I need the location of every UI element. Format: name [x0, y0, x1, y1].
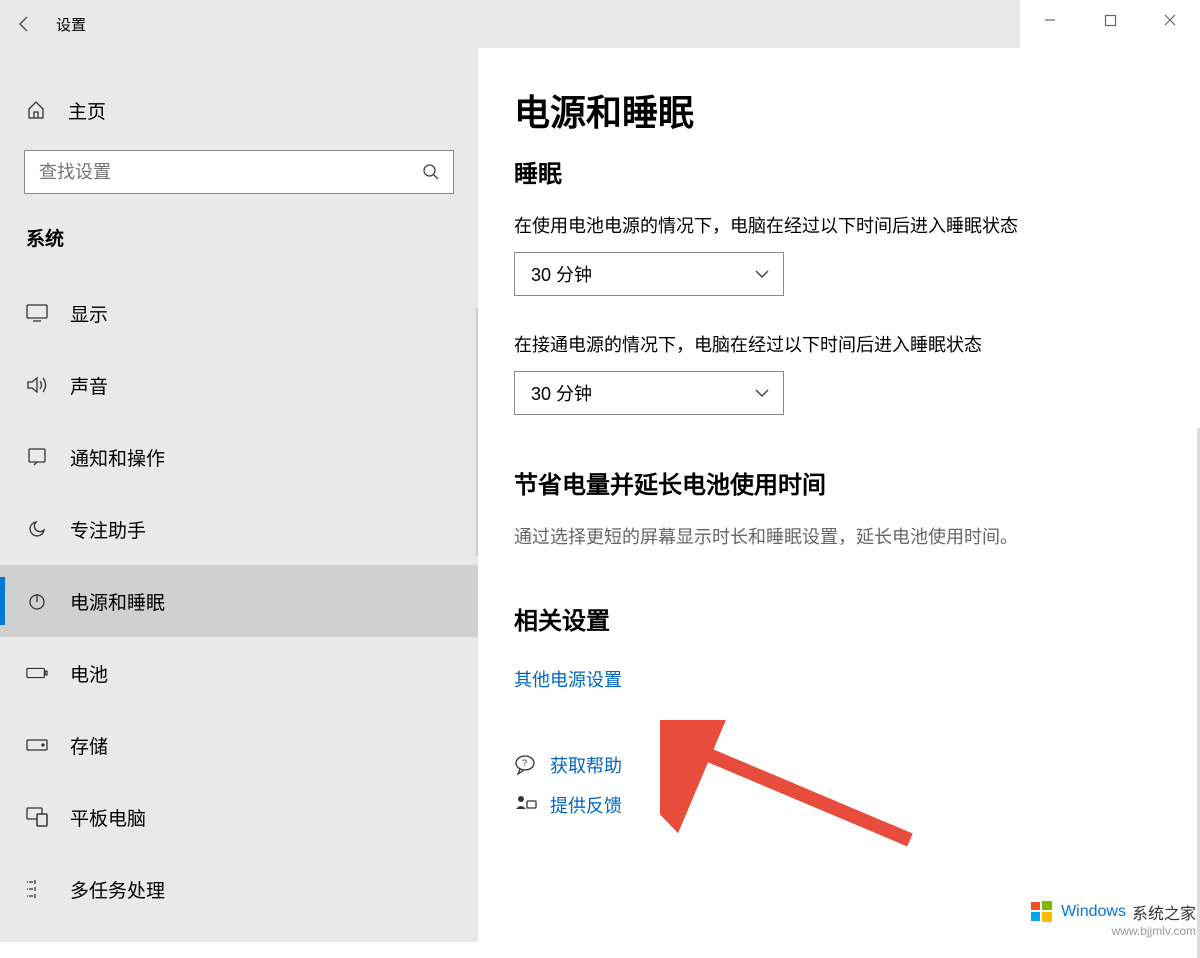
- window-controls: [1020, 0, 1200, 48]
- get-help-link[interactable]: ? 获取帮助: [514, 752, 1200, 778]
- search-icon: [409, 163, 453, 181]
- windows-logo-icon: [1029, 899, 1055, 925]
- help-icon: ?: [514, 754, 550, 776]
- section-save-title: 节省电量并延长电池使用时间: [514, 465, 1200, 500]
- svg-text:?: ?: [522, 758, 527, 768]
- nav-label: 多任务处理: [70, 876, 165, 903]
- watermark-brand: Windows: [1061, 903, 1126, 921]
- category-header: 系统: [0, 224, 478, 251]
- nav-label: 通知和操作: [70, 444, 165, 471]
- nav-label: 显示: [70, 300, 108, 327]
- nav-item-focus[interactable]: 专注助手: [0, 493, 478, 565]
- notifications-icon: [26, 447, 48, 467]
- nav-label: 平板电脑: [70, 804, 146, 831]
- watermark-suffix: 系统之家: [1132, 900, 1196, 924]
- dropdown-value: 30 分钟: [531, 261, 592, 287]
- dropdown-value: 30 分钟: [531, 380, 592, 406]
- nav-list: 显示 声音 通知和操作 专注助手 电源和睡眠 电池: [0, 277, 478, 925]
- section-related-title: 相关设置: [514, 601, 1200, 636]
- page-title: 电源和睡眠: [514, 84, 1200, 136]
- chevron-down-icon: [753, 265, 771, 288]
- nav-label: 声音: [70, 372, 108, 399]
- nav-label: 存储: [70, 732, 108, 759]
- multitask-icon: [26, 879, 48, 899]
- section-sleep-title: 睡眠: [514, 154, 1200, 189]
- nav-label: 专注助手: [70, 516, 146, 543]
- nav-item-display[interactable]: 显示: [0, 277, 478, 349]
- maximize-button[interactable]: [1080, 0, 1140, 40]
- power-icon: [26, 591, 48, 611]
- home-label: 主页: [68, 97, 106, 124]
- display-icon: [26, 304, 48, 322]
- nav-item-power[interactable]: 电源和睡眠: [0, 565, 478, 637]
- focus-icon: [26, 519, 48, 539]
- watermark: Windows 系统之家 www.bjjmlv.com: [1029, 899, 1196, 938]
- back-button[interactable]: [0, 0, 48, 48]
- search-box[interactable]: [24, 150, 454, 194]
- feedback-link[interactable]: 提供反馈: [514, 792, 1200, 818]
- home-link[interactable]: 主页: [0, 88, 478, 132]
- chevron-down-icon: [753, 384, 771, 407]
- close-button[interactable]: [1140, 0, 1200, 40]
- nav-item-battery[interactable]: 电池: [0, 637, 478, 709]
- battery-sleep-label: 在使用电池电源的情况下，电脑在经过以下时间后进入睡眠状态: [514, 213, 1200, 240]
- search-input[interactable]: [25, 162, 409, 183]
- nav-label: 电池: [70, 660, 108, 687]
- home-icon: [26, 100, 48, 120]
- watermark-url: www.bjjmlv.com: [1029, 924, 1196, 938]
- sidebar: 主页 系统 显示 声音 通知和操作: [0, 48, 478, 942]
- other-power-settings-link[interactable]: 其他电源设置: [514, 666, 622, 692]
- feedback-icon: [514, 794, 550, 816]
- minimize-button[interactable]: [1020, 0, 1080, 40]
- plugged-sleep-label: 在接通电源的情况下，电脑在经过以下时间后进入睡眠状态: [514, 332, 1200, 359]
- plugged-sleep-dropdown[interactable]: 30 分钟: [514, 371, 784, 415]
- tablet-icon: [26, 807, 48, 827]
- nav-item-notifications[interactable]: 通知和操作: [0, 421, 478, 493]
- battery-sleep-dropdown[interactable]: 30 分钟: [514, 252, 784, 296]
- nav-item-storage[interactable]: 存储: [0, 709, 478, 781]
- window-title: 设置: [56, 14, 86, 35]
- help-label: 获取帮助: [550, 752, 622, 778]
- battery-icon: [26, 666, 48, 680]
- nav-item-multitask[interactable]: 多任务处理: [0, 853, 478, 925]
- nav-item-sound[interactable]: 声音: [0, 349, 478, 421]
- nav-label: 电源和睡眠: [70, 588, 165, 615]
- feedback-label: 提供反馈: [550, 792, 622, 818]
- sound-icon: [26, 375, 48, 395]
- content-area: 电源和睡眠 睡眠 在使用电池电源的情况下，电脑在经过以下时间后进入睡眠状态 30…: [478, 48, 1200, 942]
- storage-icon: [26, 738, 48, 752]
- save-tip: 通过选择更短的屏幕显示时长和睡眠设置，延长电池使用时间。: [514, 524, 1200, 551]
- nav-item-tablet[interactable]: 平板电脑: [0, 781, 478, 853]
